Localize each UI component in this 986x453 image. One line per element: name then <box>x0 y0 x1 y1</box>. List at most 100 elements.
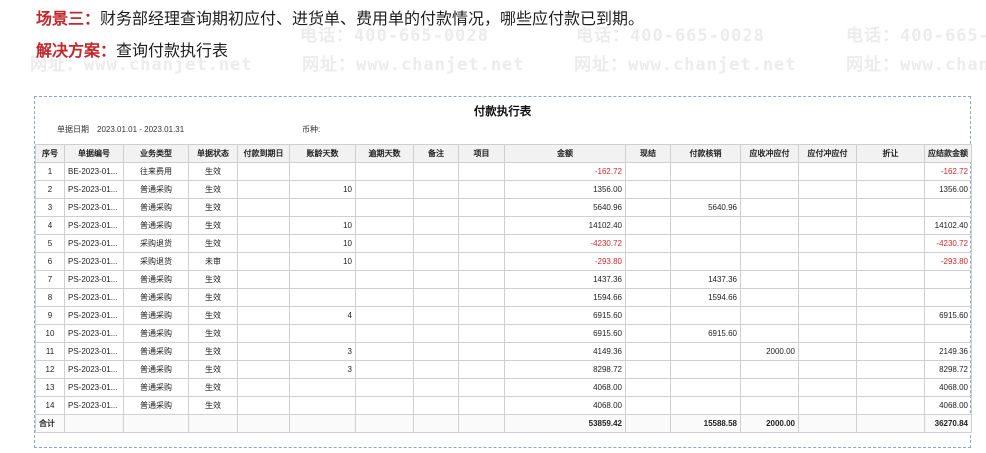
table-cell <box>458 180 505 199</box>
table-cell: 5640.96 <box>504 198 626 217</box>
solution-label: 解决方案： <box>36 43 117 60</box>
column-header[interactable]: 序号 <box>35 144 65 163</box>
table-cell <box>856 252 925 271</box>
column-header[interactable]: 付款到期日 <box>237 144 290 163</box>
table-cell <box>798 162 857 181</box>
table-row[interactable]: 2 PS-2023-01... 普通采购 生效 10 1356.00 1356.00 <box>35 180 972 199</box>
table-cell: 普通采购 <box>123 216 189 235</box>
table-cell <box>289 378 356 397</box>
solution-text: 查询付款执行表 <box>116 43 229 60</box>
table-cell: 1356.00 <box>504 180 626 199</box>
total-cell <box>289 414 356 433</box>
table-cell <box>458 162 505 181</box>
table-cell <box>798 378 857 397</box>
table-row[interactable]: 6 PS-2023-01... 采购退货 未审 10 -293.80 -293.80 <box>35 252 972 271</box>
table-cell <box>289 270 356 289</box>
column-header[interactable]: 折让 <box>856 144 925 163</box>
table-cell <box>625 198 671 217</box>
table-cell: -293.80 <box>504 252 626 271</box>
table-cell <box>355 324 414 343</box>
table-cell: -4230.72 <box>504 234 626 253</box>
table-row[interactable]: 4 PS-2023-01... 普通采购 生效 10 14102.40 14102.40 <box>35 216 972 235</box>
table-cell <box>355 180 414 199</box>
table-row[interactable]: 5 PS-2023-01... 采购退货 生效 10 -4230.72 -4230.72 <box>35 234 972 253</box>
table-cell <box>625 360 671 379</box>
table-cell <box>740 288 799 307</box>
table-cell <box>856 342 925 361</box>
table-row[interactable]: 1 BE-2023-01... 往来费用 生效 -162.72 -162.72 <box>35 162 972 181</box>
total-cell <box>413 414 459 433</box>
table-cell: 普通采购 <box>123 180 189 199</box>
table-row[interactable]: 3 PS-2023-01... 普通采购 生效 5640.96 5640.96 <box>35 198 972 217</box>
table-row[interactable]: 11 PS-2023-01... 普通采购 生效 3 4149.36 2000.00 2149… <box>35 342 972 361</box>
table-cell <box>458 396 505 415</box>
column-header[interactable]: 单据编号 <box>64 144 124 163</box>
table-cell <box>740 360 799 379</box>
table-cell <box>625 378 671 397</box>
table-cell: 未审 <box>188 252 238 271</box>
table-cell <box>289 288 356 307</box>
watermark-site: 网址：www.chanjet.net <box>846 55 986 75</box>
scenario-label: 场景三： <box>36 11 101 28</box>
table-cell <box>670 162 741 181</box>
table-row[interactable]: 9 PS-2023-01... 普通采购 生效 4 6915.60 6915.60 <box>35 306 972 325</box>
table-cell: 4068.00 <box>504 378 626 397</box>
table-row[interactable]: 7 PS-2023-01... 普通采购 生效 1437.36 1437.36 <box>35 270 972 289</box>
table-cell: 普通采购 <box>123 198 189 217</box>
table-cell <box>798 306 857 325</box>
table-cell: PS-2023-01... <box>64 234 124 253</box>
table-cell <box>413 288 459 307</box>
table-cell <box>237 252 290 271</box>
currency-filter: 币种: <box>302 124 328 135</box>
table-cell: 生效 <box>188 288 238 307</box>
table-cell: 11 <box>35 342 65 361</box>
column-header[interactable]: 现结 <box>625 144 671 163</box>
total-cell: 合计 <box>35 414 65 433</box>
table-cell: 5 <box>35 234 65 253</box>
table-cell <box>798 288 857 307</box>
column-header[interactable]: 应结款金额 <box>924 144 972 163</box>
column-header[interactable]: 应收冲应付 <box>740 144 799 163</box>
table-row[interactable]: 10 PS-2023-01... 普通采购 生效 6915.60 6915.60 <box>35 324 972 343</box>
total-cell <box>625 414 671 433</box>
table-cell <box>237 378 290 397</box>
table-cell <box>670 252 741 271</box>
table-cell: 4149.36 <box>504 342 626 361</box>
table-cell <box>458 270 505 289</box>
column-header[interactable]: 项目 <box>458 144 505 163</box>
table-cell <box>670 216 741 235</box>
payment-table: 序号 单据编号 业务类型 单据状态 付款到期日 账龄天数 逾期天数 备注 项目 金额 现结 付款核销应… <box>35 144 972 433</box>
column-header[interactable]: 备注 <box>413 144 459 163</box>
column-header[interactable]: 逾期天数 <box>355 144 414 163</box>
table-cell <box>355 216 414 235</box>
table-cell <box>856 162 925 181</box>
table-row[interactable]: 14 PS-2023-01... 普通采购 生效 4068.00 4068.00 <box>35 396 972 415</box>
column-header[interactable]: 业务类型 <box>123 144 189 163</box>
table-row[interactable]: 12 PS-2023-01... 普通采购 生效 3 8298.72 8298.72 <box>35 360 972 379</box>
table-cell <box>289 324 356 343</box>
table-cell: 4068.00 <box>504 396 626 415</box>
table-cell <box>740 216 799 235</box>
table-cell <box>413 180 459 199</box>
table-cell <box>355 360 414 379</box>
column-header[interactable]: 付款核销 <box>670 144 741 163</box>
table-cell: 7 <box>35 270 65 289</box>
column-header[interactable]: 应付冲应付 <box>798 144 857 163</box>
table-row[interactable]: 8 PS-2023-01... 普通采购 生效 1594.66 1594.66 <box>35 288 972 307</box>
watermark-site: 网址：www.chanjet.net <box>302 55 525 75</box>
column-header[interactable]: 账龄天数 <box>289 144 356 163</box>
table-cell <box>413 234 459 253</box>
table-cell <box>856 324 925 343</box>
table-row[interactable]: 13 PS-2023-01... 普通采购 生效 4068.00 4068.00 <box>35 378 972 397</box>
table-cell: 13 <box>35 378 65 397</box>
table-cell <box>413 252 459 271</box>
table-cell <box>355 162 414 181</box>
column-header[interactable]: 单据状态 <box>188 144 238 163</box>
table-cell <box>740 198 799 217</box>
table-cell: 普通采购 <box>123 378 189 397</box>
table-cell <box>856 216 925 235</box>
table-cell: 5640.96 <box>670 198 741 217</box>
solution-heading: 解决方案：查询付款执行表 <box>36 37 228 61</box>
column-header[interactable]: 金额 <box>504 144 626 163</box>
table-cell <box>740 378 799 397</box>
